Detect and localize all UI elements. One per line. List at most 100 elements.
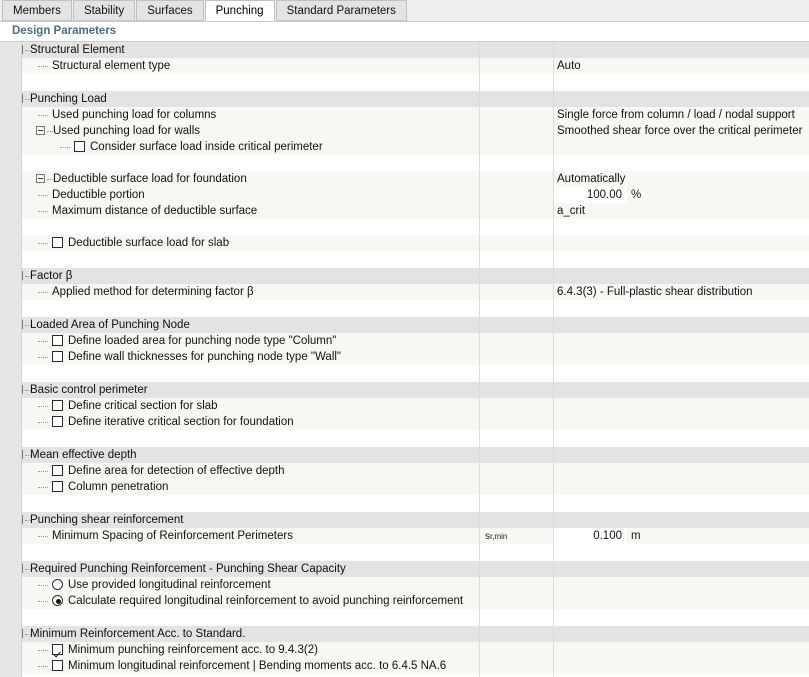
symbol-cell: s r,min [479, 528, 553, 544]
parameter-row[interactable]: Deductible surface load for foundation Au… [0, 171, 809, 187]
section-header-factor-beta[interactable]: Factor β [0, 268, 809, 284]
parameter-label: Define wall thicknesses for punching nod… [68, 351, 342, 363]
value-cell [553, 398, 809, 414]
value-cell [553, 91, 809, 107]
symbol-cell [479, 187, 553, 203]
section-header-punching-shear-reinforcement[interactable]: Punching shear reinforcement [0, 512, 809, 528]
value-cell[interactable]: 6.4.3(3) - Full-plastic shear distributi… [553, 284, 809, 300]
tree-connector [38, 195, 48, 196]
parameter-row[interactable]: Define area for detection of effective d… [0, 463, 809, 479]
collapse-icon-factor-beta[interactable] [14, 271, 23, 280]
symbol-cell [479, 577, 553, 593]
section-header-mean-effective-depth[interactable]: Mean effective depth [0, 447, 809, 463]
checkbox[interactable] [52, 335, 63, 346]
parameter-row[interactable]: Maximum distance of deductible surface a_… [0, 203, 809, 219]
value-text: a_crit [557, 205, 586, 217]
symbol-cell [479, 123, 553, 139]
value-cell[interactable]: Auto [553, 58, 809, 74]
parameter-row[interactable]: Minimum punching reinforcement acc. to 9… [0, 642, 809, 658]
parameter-label: Minimum longitudinal reinforcement | Ben… [68, 660, 447, 672]
section-header-punching-load[interactable]: Punching Load [0, 91, 809, 107]
numeric-input[interactable]: 0.100 [553, 528, 627, 544]
section-spacer [0, 544, 809, 561]
collapse-icon-structural-element[interactable] [14, 45, 23, 54]
parameter-row[interactable]: Used punching load for walls Smoothed she… [0, 123, 809, 139]
label-cell: Column penetration [0, 479, 479, 495]
checkbox[interactable] [52, 351, 63, 362]
tree-connector [25, 520, 31, 521]
parameter-row[interactable]: Define wall thicknesses for punching nod… [0, 349, 809, 365]
label-cell: Use provided longitudinal reinforcement [0, 577, 479, 593]
parameter-row[interactable]: Define critical section for slab [0, 398, 809, 414]
section-title: Required Punching Reinforcement - Punchi… [30, 563, 346, 575]
tree-connector [38, 211, 48, 212]
parameter-row[interactable]: Define iterative critical section for fo… [0, 414, 809, 430]
parameter-row[interactable]: Used punching load for columns Single for… [0, 107, 809, 123]
checkbox[interactable] [52, 400, 63, 411]
parameter-row[interactable]: Define loaded area for punching node typ… [0, 333, 809, 349]
collapse-icon-sub[interactable] [36, 126, 45, 135]
parameter-row[interactable]: Consider surface load inside critical pe… [0, 139, 809, 155]
section-title: Loaded Area of Punching Node [30, 319, 190, 331]
section-header-basic-control-perimeter[interactable]: Basic control perimeter [0, 382, 809, 398]
collapse-icon-basic-control-perimeter[interactable] [14, 385, 23, 394]
collapse-icon-loaded-area-of-punching-node[interactable] [14, 320, 23, 329]
tab-members[interactable]: Members [2, 0, 72, 21]
value-cell[interactable]: Smoothed shear force over the critical p… [553, 123, 809, 139]
section-header-loaded-area-of-punching-node[interactable]: Loaded Area of Punching Node [0, 317, 809, 333]
value-text: Auto [557, 60, 581, 72]
section-header-structural-element[interactable]: Structural Element [0, 42, 809, 58]
parameter-row[interactable]: Minimum Spacing of Reinforcement Perimet… [0, 528, 809, 544]
checkbox[interactable] [52, 660, 63, 671]
checkbox[interactable] [52, 465, 63, 476]
section-spacer [0, 365, 809, 382]
value-cell[interactable]: a_crit [553, 203, 809, 219]
checkbox[interactable] [74, 141, 85, 152]
numeric-input[interactable]: 100.00 [553, 187, 627, 203]
parameter-row[interactable]: Deductible portion 100.00% [0, 187, 809, 203]
tree-connector [25, 390, 31, 391]
tab-punching[interactable]: Punching [204, 0, 275, 21]
parameter-row[interactable]: Deductible surface load for slab [0, 235, 809, 251]
label-cell: Deductible portion [0, 187, 479, 203]
value-cell [553, 139, 809, 155]
section-header-required-punching-reinforcement[interactable]: Required Punching Reinforcement - Punchi… [0, 561, 809, 577]
collapse-icon-required-punching-reinforcement[interactable] [14, 564, 23, 573]
collapse-icon-mean-effective-depth[interactable] [14, 450, 23, 459]
parameter-label: Use provided longitudinal reinforcement [68, 579, 271, 591]
parameter-label: Used punching load for walls [53, 125, 201, 137]
tab-stability[interactable]: Stability [72, 0, 136, 21]
collapse-icon-sub[interactable] [36, 174, 45, 183]
parameter-row[interactable]: Calculate required longitudinal reinforc… [0, 593, 809, 609]
collapse-icon-punching-shear-reinforcement[interactable] [14, 515, 23, 524]
parameter-row[interactable]: Minimum longitudinal reinforcement | Ben… [0, 658, 809, 674]
label-cell: Structural element type [0, 58, 479, 74]
design-parameters-grid: Structural Element Structural element typ… [0, 41, 809, 677]
value-cell [553, 658, 809, 674]
section-header-minimum-reinforcement-acc-to-standard[interactable]: Minimum Reinforcement Acc. to Standard. [0, 626, 809, 642]
collapse-icon-punching-load[interactable] [14, 94, 23, 103]
parameter-row[interactable]: Structural element type Auto [0, 58, 809, 74]
symbol-cell [479, 561, 553, 577]
tab-standard-parameters[interactable]: Standard Parameters [275, 0, 407, 21]
value-cell[interactable]: Single force from column / load / nodal … [553, 107, 809, 123]
section-header-cell: Minimum Reinforcement Acc. to Standard. [0, 626, 479, 642]
collapse-icon-minimum-reinforcement-acc-to-standard[interactable] [14, 629, 23, 638]
value-cell[interactable]: Automatically [553, 171, 809, 187]
checkbox[interactable] [52, 237, 63, 248]
tree-connector [60, 147, 70, 148]
tree-connector [38, 601, 48, 602]
checkbox[interactable] [52, 644, 63, 655]
parameter-label: Define loaded area for punching node typ… [68, 335, 337, 347]
parameter-label: Calculate required longitudinal reinforc… [68, 595, 464, 607]
parameter-row[interactable]: Use provided longitudinal reinforcement [0, 577, 809, 593]
parameter-row[interactable]: Applied method for determining factor β 6… [0, 284, 809, 300]
value-cell [553, 317, 809, 333]
radio-button[interactable] [52, 579, 63, 590]
checkbox[interactable] [52, 416, 63, 427]
tab-surfaces[interactable]: Surfaces [136, 0, 204, 21]
parameter-row[interactable]: Column penetration [0, 479, 809, 495]
radio-button[interactable] [52, 595, 63, 606]
value-text: 6.4.3(3) - Full-plastic shear distributi… [557, 286, 753, 298]
checkbox[interactable] [52, 481, 63, 492]
